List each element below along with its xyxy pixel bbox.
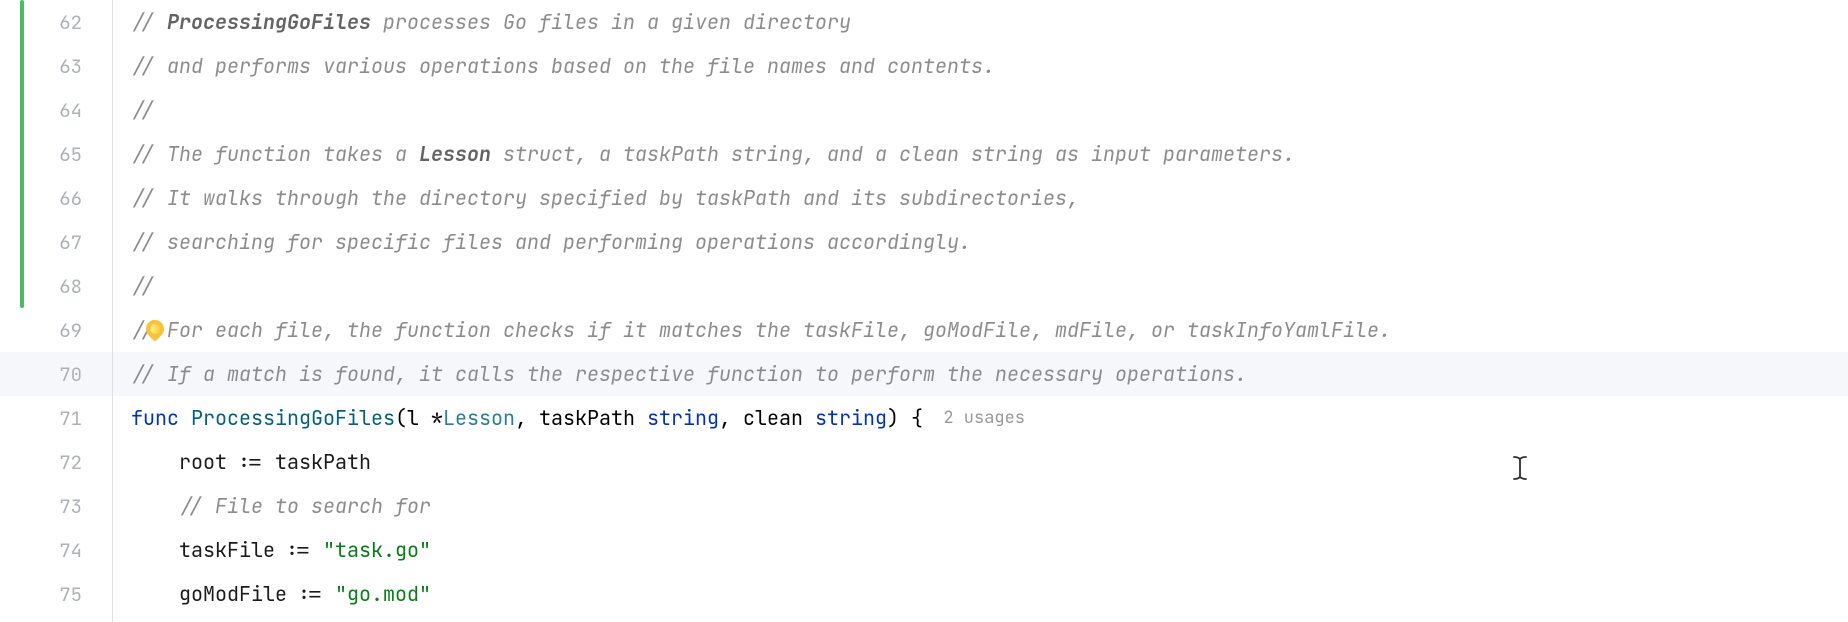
line-number: 62	[0, 0, 82, 44]
code-token: ) {	[887, 405, 923, 431]
code-line[interactable]: root := taskPath	[131, 440, 371, 484]
code-token: string	[815, 405, 887, 431]
code-token: ProcessingGoFiles	[167, 9, 371, 35]
code-line[interactable]: goModFile := "go.mod"	[131, 572, 431, 616]
code-line[interactable]: // The function takes a Lesson struct, a…	[131, 132, 1295, 176]
line-number: 69	[0, 308, 82, 352]
code-token: taskFile :=	[131, 537, 323, 563]
line-number: 65	[0, 132, 82, 176]
text-cursor-icon	[1513, 456, 1527, 480]
line-number: 66	[0, 176, 82, 220]
line-number: 63	[0, 44, 82, 88]
code-area[interactable]: // ProcessingGoFiles processes Go files …	[112, 0, 1848, 622]
code-token: 2 usages	[923, 407, 1025, 429]
line-number: 71	[0, 396, 82, 440]
code-token: , clean	[719, 405, 815, 431]
code-token: processes Go files in a given directory	[371, 9, 851, 35]
code-token: root := taskPath	[131, 449, 371, 475]
code-token: struct, a taskPath string, and a clean s…	[491, 141, 1295, 167]
code-token: goModFile :=	[131, 581, 335, 607]
line-number: 72	[0, 440, 82, 484]
code-token: Lesson	[443, 405, 515, 431]
code-editor[interactable]: 6263646566676869707172737475 // Processi…	[0, 0, 1848, 622]
code-token: // searching for specific files and perf…	[131, 229, 971, 255]
line-number: 64	[0, 88, 82, 132]
line-number: 74	[0, 528, 82, 572]
code-token: string	[647, 405, 719, 431]
code-token: ProcessingGoFiles	[191, 405, 395, 431]
gutter: 6263646566676869707172737475	[0, 0, 112, 622]
line-number: 67	[0, 220, 82, 264]
code-line[interactable]: //	[131, 88, 155, 132]
code-token: //	[131, 97, 155, 123]
code-line[interactable]: // ProcessingGoFiles processes Go files …	[131, 0, 851, 44]
line-number: 68	[0, 264, 82, 308]
code-line[interactable]: // If a match is found, it calls the res…	[131, 352, 1247, 396]
line-number: 73	[0, 484, 82, 528]
code-line[interactable]: taskFile := "task.go"	[131, 528, 431, 572]
code-token: (l *	[395, 405, 443, 431]
code-line[interactable]: // searching for specific files and perf…	[131, 220, 971, 264]
code-token: //	[131, 9, 167, 35]
code-line[interactable]: //	[131, 264, 155, 308]
code-token: "go.mod"	[335, 581, 431, 607]
code-token: // If a match is found, it calls the res…	[131, 361, 1247, 387]
code-token: func	[131, 405, 191, 431]
line-number: 70	[0, 352, 82, 396]
code-token: , taskPath	[515, 405, 647, 431]
code-token: "task.go"	[323, 537, 431, 563]
code-token: // For each file, the function checks if…	[131, 317, 1391, 343]
code-token: // It walks through the directory specif…	[131, 185, 1079, 211]
code-token: // and performs various operations based…	[131, 53, 995, 79]
code-token	[131, 493, 179, 519]
code-token: //	[131, 273, 155, 299]
code-token: // The function takes a	[131, 141, 419, 167]
code-line[interactable]: // For each file, the function checks if…	[131, 308, 1391, 352]
code-line[interactable]: // and performs various operations based…	[131, 44, 995, 88]
line-number: 75	[0, 572, 82, 616]
code-token: Lesson	[419, 141, 491, 167]
code-line[interactable]: // It walks through the directory specif…	[131, 176, 1079, 220]
code-line[interactable]: func ProcessingGoFiles(l *Lesson, taskPa…	[131, 396, 1025, 440]
code-token: // File to search for	[179, 493, 431, 519]
code-line[interactable]: // File to search for	[131, 484, 431, 528]
